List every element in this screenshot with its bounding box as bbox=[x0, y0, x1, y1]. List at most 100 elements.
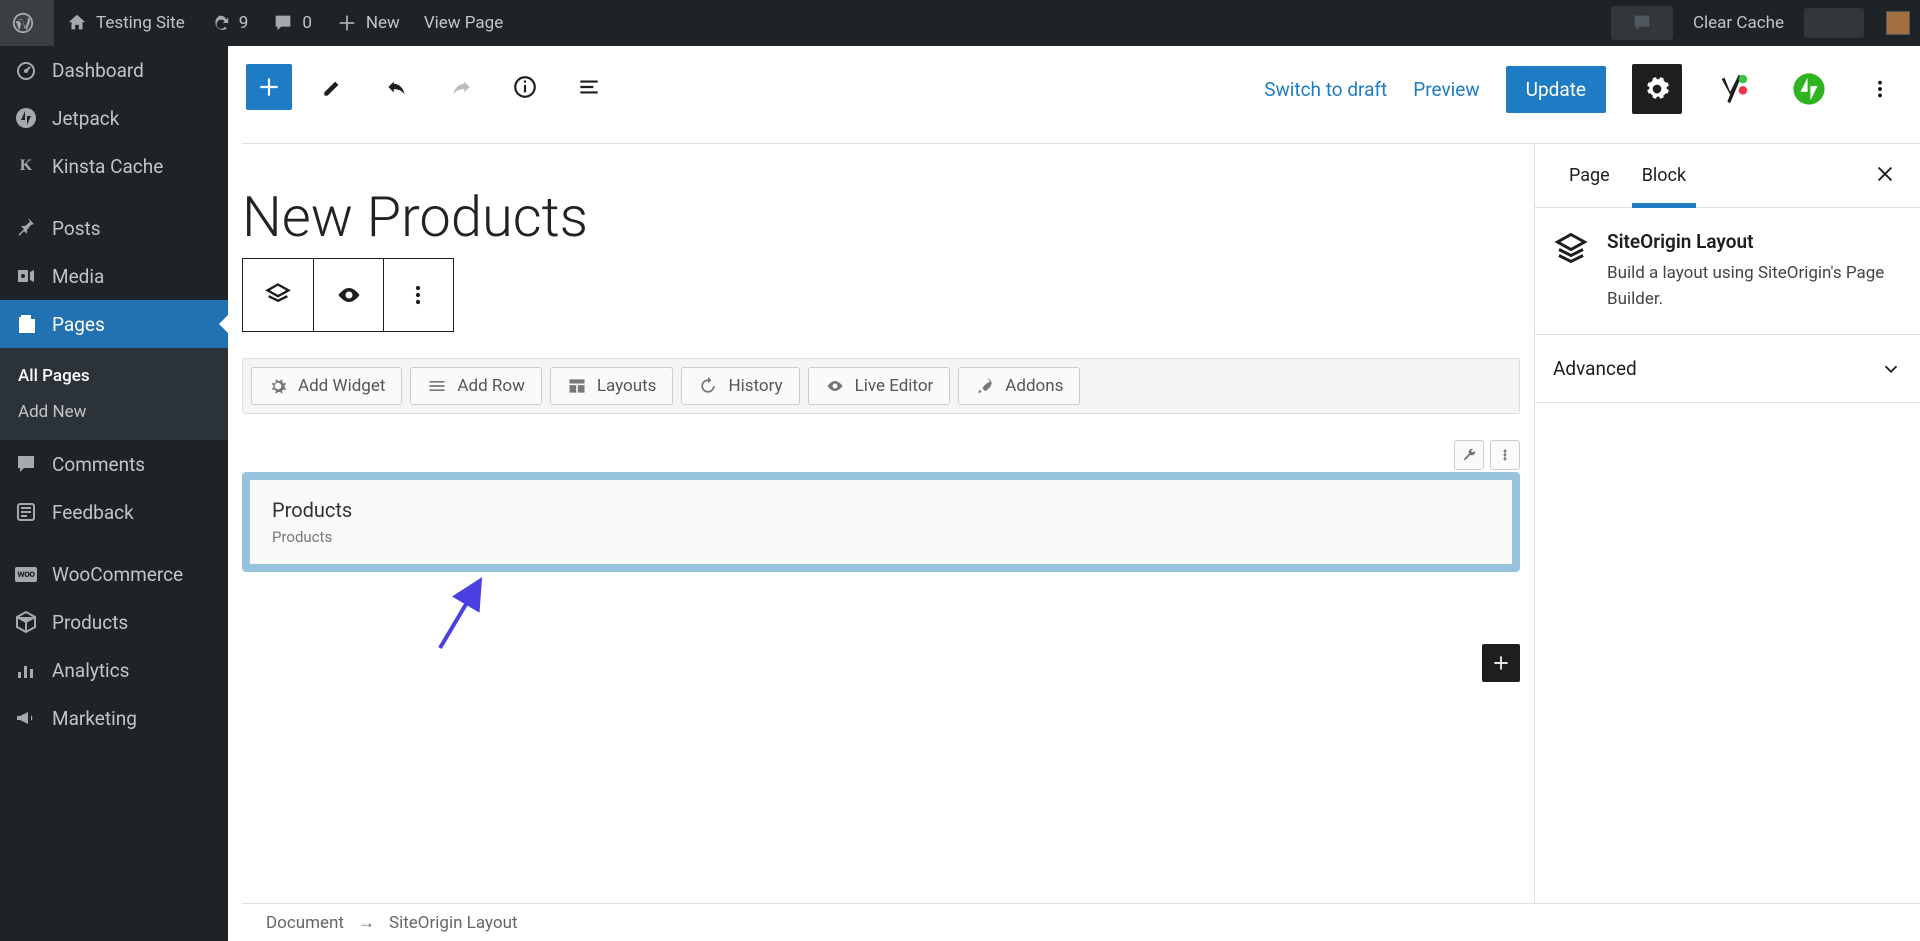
tab-block[interactable]: Block bbox=[1626, 144, 1702, 207]
history-icon bbox=[698, 376, 718, 396]
add-block-button[interactable] bbox=[246, 64, 292, 110]
breadcrumb-separator: → bbox=[358, 913, 375, 933]
menu-media[interactable]: Media bbox=[0, 252, 228, 300]
menu-marketing[interactable]: Marketing bbox=[0, 694, 228, 742]
pb-widget-products[interactable]: Products Products bbox=[250, 480, 1512, 564]
inspector-close-button[interactable] bbox=[1868, 157, 1902, 195]
undo-icon bbox=[384, 74, 410, 100]
tab-page[interactable]: Page bbox=[1553, 144, 1626, 207]
view-page-link[interactable]: View Page bbox=[412, 0, 515, 46]
block-description: Build a layout using SiteOrigin's Page B… bbox=[1607, 261, 1902, 312]
jetpack-icon bbox=[14, 106, 38, 130]
move-vertical-icon bbox=[1497, 447, 1513, 463]
chat-icon bbox=[1631, 12, 1653, 34]
inspector-advanced-panel[interactable]: Advanced bbox=[1535, 335, 1920, 403]
yoast-icon bbox=[1716, 72, 1750, 106]
list-icon bbox=[576, 74, 602, 100]
clear-cache-button[interactable]: Clear Cache bbox=[1681, 0, 1796, 46]
submenu-all-pages[interactable]: All Pages bbox=[0, 358, 228, 394]
woo-icon: woo bbox=[15, 567, 36, 582]
block-more-button[interactable] bbox=[383, 259, 453, 331]
editor-region: Switch to draft Preview Update New Produ… bbox=[228, 46, 1920, 941]
kinsta-icon: K bbox=[14, 154, 38, 178]
pb-history-button[interactable]: History bbox=[681, 367, 799, 405]
preview-link[interactable]: Preview bbox=[1413, 78, 1479, 101]
info-button[interactable] bbox=[502, 64, 548, 110]
page-title-input[interactable]: New Products bbox=[242, 184, 1520, 250]
pb-row-actions bbox=[242, 440, 1520, 470]
comment-icon bbox=[14, 452, 38, 476]
pb-widget-title: Products bbox=[272, 498, 1490, 522]
media-icon bbox=[14, 264, 38, 288]
menu-posts[interactable]: Posts bbox=[0, 204, 228, 252]
pb-add-row-button[interactable]: Add Row bbox=[410, 367, 541, 405]
menu-jetpack[interactable]: Jetpack bbox=[0, 94, 228, 142]
jetpack-icon bbox=[1792, 72, 1826, 106]
block-toolbar bbox=[242, 258, 454, 332]
redo-icon bbox=[448, 74, 474, 100]
more-menu-button[interactable] bbox=[1860, 78, 1900, 100]
menu-comments[interactable]: Comments bbox=[0, 440, 228, 488]
menu-dashboard[interactable]: Dashboard bbox=[0, 46, 228, 94]
refresh-icon bbox=[209, 12, 231, 34]
inspector-tabs: Page Block bbox=[1535, 144, 1920, 208]
editor-canvas[interactable]: New Products Add Widget Add Row Layouts … bbox=[242, 144, 1520, 903]
comments-menu[interactable]: 0 bbox=[260, 0, 324, 46]
admin-side-menu: Dashboard Jetpack KKinsta Cache Posts Me… bbox=[0, 46, 228, 941]
block-preview-button[interactable] bbox=[313, 258, 385, 332]
pin-icon bbox=[14, 216, 38, 240]
undo-button[interactable] bbox=[374, 64, 420, 110]
menu-kinsta-cache[interactable]: KKinsta Cache bbox=[0, 142, 228, 190]
site-name-menu[interactable]: Testing Site bbox=[54, 0, 197, 46]
secondary-action[interactable] bbox=[1804, 8, 1864, 38]
breadcrumb-leaf[interactable]: SiteOrigin Layout bbox=[389, 913, 518, 933]
yoast-button[interactable] bbox=[1708, 64, 1758, 114]
breadcrumb-document[interactable]: Document bbox=[266, 913, 344, 933]
inspector-block-card: SiteOrigin Layout Build a layout using S… bbox=[1535, 208, 1920, 335]
updates-menu[interactable]: 9 bbox=[197, 0, 261, 46]
plus-icon bbox=[256, 74, 282, 100]
pb-row-move-button[interactable] bbox=[1490, 440, 1520, 470]
wp-logo-menu[interactable] bbox=[0, 0, 54, 46]
pb-row[interactable]: Products Products bbox=[242, 472, 1520, 572]
new-content-menu[interactable]: New bbox=[324, 0, 412, 46]
outline-button[interactable] bbox=[566, 64, 612, 110]
menu-pages[interactable]: Pages bbox=[0, 300, 228, 348]
notification-center[interactable] bbox=[1611, 6, 1673, 40]
info-icon bbox=[512, 74, 538, 100]
box-icon bbox=[14, 610, 38, 634]
menu-analytics[interactable]: Analytics bbox=[0, 646, 228, 694]
comment-icon bbox=[272, 12, 294, 34]
switch-to-draft-link[interactable]: Switch to draft bbox=[1264, 78, 1387, 101]
jetpack-button[interactable] bbox=[1784, 64, 1834, 114]
form-icon bbox=[14, 500, 38, 524]
update-button[interactable]: Update bbox=[1506, 66, 1606, 113]
comments-count: 0 bbox=[302, 13, 312, 33]
tools-button[interactable] bbox=[310, 64, 356, 110]
plus-icon bbox=[1491, 653, 1511, 673]
redo-button[interactable] bbox=[438, 64, 484, 110]
gauge-icon bbox=[14, 58, 38, 82]
menu-feedback[interactable]: Feedback bbox=[0, 488, 228, 536]
layers-icon bbox=[1553, 230, 1589, 266]
layout-icon bbox=[567, 376, 587, 396]
home-icon bbox=[66, 12, 88, 34]
pb-row-edit-button[interactable] bbox=[1454, 440, 1484, 470]
updates-count: 9 bbox=[239, 13, 249, 33]
settings-sidebar-toggle[interactable] bbox=[1632, 64, 1682, 114]
eye-icon bbox=[335, 281, 363, 309]
pb-addons-button[interactable]: Addons bbox=[958, 367, 1080, 405]
megaphone-icon bbox=[14, 706, 38, 730]
pb-layouts-button[interactable]: Layouts bbox=[550, 367, 674, 405]
gear-icon bbox=[268, 376, 288, 396]
user-avatar[interactable] bbox=[1886, 11, 1910, 35]
pb-live-editor-button[interactable]: Live Editor bbox=[808, 367, 951, 405]
pb-add-widget-button[interactable]: Add Widget bbox=[251, 367, 402, 405]
menu-woocommerce[interactable]: wooWooCommerce bbox=[0, 550, 228, 598]
rocket-icon bbox=[975, 376, 995, 396]
dots-vertical-icon bbox=[404, 281, 432, 309]
menu-products[interactable]: Products bbox=[0, 598, 228, 646]
submenu-add-new[interactable]: Add New bbox=[0, 394, 228, 430]
eye-icon bbox=[825, 376, 845, 396]
block-type-button[interactable] bbox=[243, 259, 314, 331]
